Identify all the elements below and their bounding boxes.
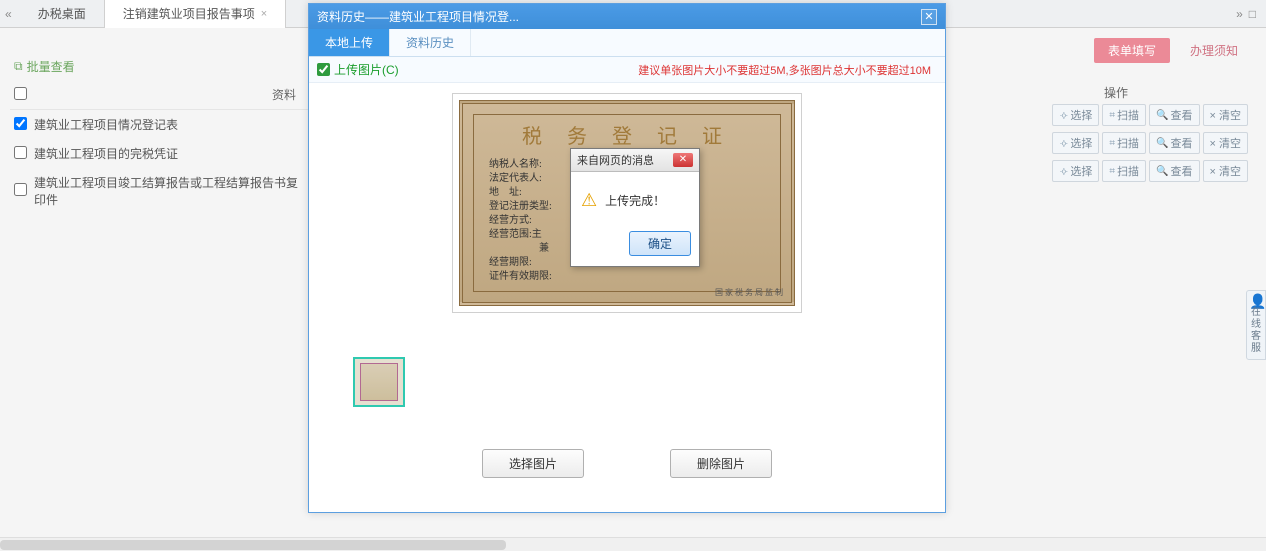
- clear-button[interactable]: × 清空: [1203, 132, 1248, 154]
- chevron-left-icon[interactable]: «: [5, 7, 12, 21]
- link-icon: 𐄢: [1059, 108, 1068, 122]
- right-pill-tabs: 表单填写 办理须知: [1094, 38, 1248, 63]
- scan-icon: ⌗: [1109, 110, 1115, 121]
- pill-form-fill[interactable]: 表单填写: [1094, 38, 1170, 63]
- modal-title-text: 资料历史——建筑业工程项目情况登...: [317, 8, 519, 25]
- scan-button[interactable]: ⌗扫描: [1102, 132, 1146, 154]
- certificate-title: 税 务 登 记 证: [463, 120, 791, 149]
- certificate-stamp: 国家税务局监制: [715, 287, 785, 298]
- link-icon: 𐄢: [1059, 136, 1068, 150]
- row-checkbox[interactable]: [14, 146, 27, 159]
- clear-button[interactable]: × 清空: [1203, 160, 1248, 182]
- list-item[interactable]: 建筑业工程项目情况登记表: [10, 110, 310, 139]
- action-row: 𐄢选择 ⌗扫描 🔍查看 × 清空: [1052, 104, 1248, 126]
- col-header-name: 资料: [34, 86, 306, 103]
- alert-message: 上传完成！: [605, 192, 665, 209]
- view-button[interactable]: 🔍查看: [1149, 160, 1199, 182]
- alert-body: ⚠ 上传完成！: [571, 172, 699, 225]
- thumbnail-image: [360, 363, 398, 401]
- alert-dialog: 来自网页的消息 ✕ ⚠ 上传完成！ 确定: [570, 148, 700, 267]
- thumbnail-row: [309, 313, 945, 407]
- alert-titlebar: 来自网页的消息 ✕: [571, 149, 699, 172]
- action-row: 𐄢选择 ⌗扫描 🔍查看 × 清空: [1052, 160, 1248, 182]
- link-icon: 𐄢: [1059, 164, 1068, 178]
- scan-button[interactable]: ⌗扫描: [1102, 160, 1146, 182]
- batch-icon: ⧉: [14, 59, 23, 74]
- close-icon[interactable]: ✕: [673, 153, 693, 167]
- scan-icon: ⌗: [1109, 138, 1115, 149]
- close-icon[interactable]: ✕: [921, 9, 937, 25]
- search-icon: 🔍: [1156, 110, 1168, 121]
- tab-material-history[interactable]: 资料历史: [390, 29, 471, 56]
- close-icon[interactable]: ×: [261, 8, 267, 20]
- tab-label: 办税桌面: [38, 5, 86, 22]
- select-button[interactable]: 𐄢选择: [1052, 132, 1099, 154]
- view-button[interactable]: 🔍查看: [1149, 104, 1199, 126]
- search-icon: 🔍: [1156, 166, 1168, 177]
- row-label: 建筑业工程项目情况登记表: [34, 116, 306, 133]
- chevron-right-icon[interactable]: »: [1236, 7, 1243, 21]
- upload-image-link[interactable]: 上传图片(C): [334, 61, 399, 78]
- row-label: 建筑业工程项目竣工结算报告或工程结算报告书复印件: [34, 174, 306, 208]
- row-label: 建筑业工程项目的完税凭证: [34, 145, 306, 162]
- delete-image-button[interactable]: 删除图片: [670, 449, 772, 478]
- tab-cancel-construction[interactable]: 注销建筑业项目报告事项 ×: [105, 0, 286, 28]
- modal-footer: 选择图片 删除图片: [309, 449, 945, 478]
- header-checkbox[interactable]: [14, 87, 27, 100]
- tab-label: 注销建筑业项目报告事项: [123, 5, 255, 22]
- certificate-fields: 纳税人名称: 法定代表人: 地 址: 登记注册类型: 经营方式: 经营范围:主 …: [489, 158, 552, 284]
- alert-footer: 确定: [571, 225, 699, 266]
- batch-view-header[interactable]: ⧉ 批量查看: [14, 58, 75, 75]
- pill-guide[interactable]: 办理须知: [1180, 38, 1248, 63]
- warning-icon: ⚠: [581, 190, 597, 211]
- online-help-float[interactable]: 👤 在线客服: [1246, 290, 1266, 360]
- choose-image-button[interactable]: 选择图片: [482, 449, 584, 478]
- select-button[interactable]: 𐄢选择: [1052, 104, 1099, 126]
- upload-hint: 建议单张图片大小不要超过5M,多张图片总大小不要超过10M: [638, 62, 937, 78]
- maximize-icon[interactable]: □: [1249, 7, 1256, 21]
- batch-label: 批量查看: [27, 58, 75, 75]
- action-rows: 𐄢选择 ⌗扫描 🔍查看 × 清空 𐄢选择 ⌗扫描 🔍查看 × 清空 𐄢选择 ⌗扫…: [1052, 104, 1248, 182]
- alert-title: 来自网页的消息: [577, 152, 654, 168]
- ok-button[interactable]: 确定: [629, 231, 691, 256]
- search-icon: 🔍: [1156, 138, 1168, 149]
- view-button[interactable]: 🔍查看: [1149, 132, 1199, 154]
- avatar-icon: 👤: [1249, 295, 1263, 307]
- materials-list: 资料 建筑业工程项目情况登记表 建筑业工程项目的完税凭证 建筑业工程项目竣工结算…: [10, 80, 310, 214]
- list-item[interactable]: 建筑业工程项目竣工结算报告或工程结算报告书复印件: [10, 168, 310, 214]
- horizontal-scrollbar[interactable]: [0, 537, 1266, 551]
- tab-desktop[interactable]: 办税桌面: [20, 0, 105, 28]
- scan-icon: ⌗: [1109, 166, 1115, 177]
- tab-local-upload[interactable]: 本地上传: [309, 29, 390, 56]
- row-checkbox[interactable]: [14, 183, 27, 196]
- list-item[interactable]: 建筑业工程项目的完税凭证: [10, 139, 310, 168]
- action-row: 𐄢选择 ⌗扫描 🔍查看 × 清空: [1052, 132, 1248, 154]
- list-header: 资料: [10, 80, 310, 110]
- row-checkbox[interactable]: [14, 117, 27, 130]
- help-label: 在线客服: [1249, 307, 1263, 355]
- operations-header: 操作: [1006, 84, 1226, 101]
- upload-checkbox[interactable]: [317, 63, 330, 76]
- thumbnail[interactable]: [353, 357, 405, 407]
- select-button[interactable]: 𐄢选择: [1052, 160, 1099, 182]
- modal-titlebar: 资料历史——建筑业工程项目情况登... ✕: [309, 4, 945, 29]
- scrollbar-thumb[interactable]: [0, 540, 506, 550]
- upload-link-row: 上传图片(C) 建议单张图片大小不要超过5M,多张图片总大小不要超过10M: [309, 57, 945, 83]
- modal-tabs: 本地上传 资料历史: [309, 29, 945, 57]
- clear-button[interactable]: × 清空: [1203, 104, 1248, 126]
- top-right-icons: » □: [1236, 7, 1266, 21]
- scan-button[interactable]: ⌗扫描: [1102, 104, 1146, 126]
